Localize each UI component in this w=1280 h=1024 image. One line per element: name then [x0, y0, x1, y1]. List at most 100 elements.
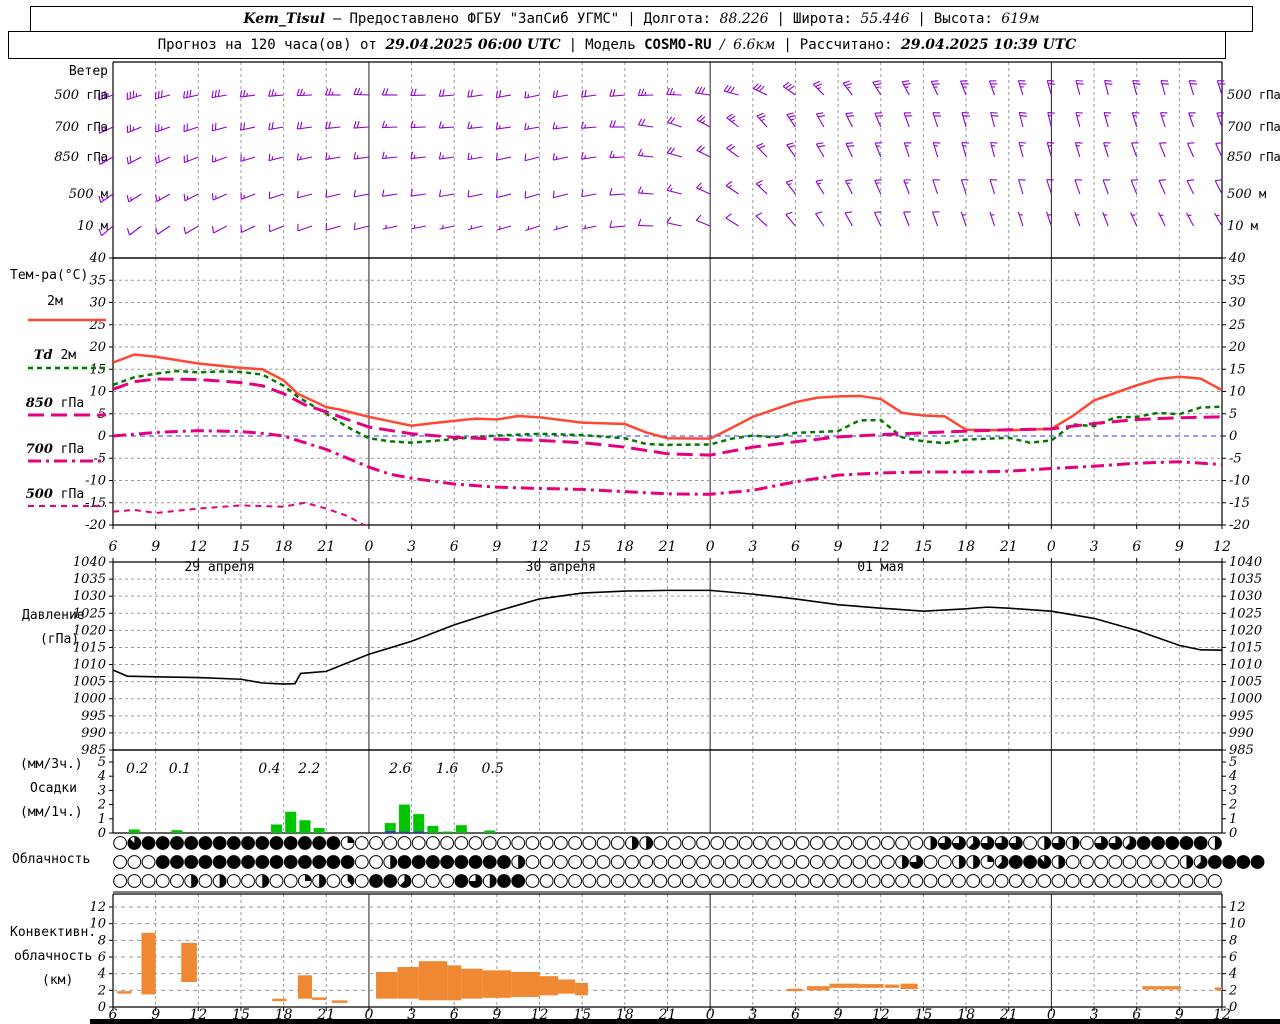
- svg-text:15: 15: [89, 362, 106, 377]
- svg-text:1.6: 1.6: [436, 761, 458, 777]
- svg-text:21: 21: [658, 539, 677, 555]
- svg-text:1010: 1010: [73, 658, 106, 673]
- svg-text:1020: 1020: [73, 623, 106, 638]
- svg-text:1035: 1035: [1229, 572, 1262, 587]
- svg-text:3: 3: [1229, 783, 1237, 798]
- svg-text:9: 9: [151, 539, 160, 555]
- svg-text:1005: 1005: [1229, 675, 1262, 690]
- svg-text:30 апреля: 30 апреля: [526, 560, 596, 575]
- svg-text:20: 20: [1228, 340, 1246, 355]
- svg-text:12: 12: [89, 900, 106, 915]
- svg-text:1030: 1030: [1229, 589, 1262, 604]
- svg-text:850 гПа: 850 гПа: [1227, 150, 1280, 165]
- svg-text:18: 18: [616, 539, 634, 555]
- svg-text:0: 0: [1047, 539, 1056, 555]
- svg-text:15: 15: [915, 539, 933, 555]
- svg-text:18: 18: [275, 539, 293, 555]
- svg-text:3: 3: [1090, 539, 1099, 555]
- svg-text:12: 12: [1213, 539, 1231, 555]
- svg-text:8: 8: [98, 933, 106, 948]
- svg-text:6: 6: [1229, 950, 1237, 965]
- svg-text:21: 21: [999, 539, 1018, 555]
- svg-text:35: 35: [1229, 273, 1246, 288]
- svg-text:2: 2: [97, 983, 106, 998]
- svg-text:1: 1: [98, 812, 106, 827]
- svg-text:6: 6: [450, 539, 459, 555]
- svg-text:1030: 1030: [73, 589, 106, 604]
- svg-text:1020: 1020: [1229, 623, 1262, 638]
- svg-text:3: 3: [748, 539, 757, 555]
- svg-text:5: 5: [1229, 407, 1237, 422]
- svg-text:18: 18: [957, 539, 975, 555]
- svg-text:1: 1: [1229, 812, 1237, 827]
- svg-text:4: 4: [97, 769, 106, 784]
- svg-text:4: 4: [1228, 967, 1237, 982]
- svg-text:5: 5: [98, 755, 106, 770]
- svg-text:-10: -10: [85, 474, 106, 489]
- svg-text:-15: -15: [1229, 496, 1250, 511]
- svg-text:0: 0: [1229, 429, 1237, 444]
- svg-text:1025: 1025: [1229, 606, 1262, 621]
- svg-text:0: 0: [364, 539, 373, 555]
- svg-text:500 м: 500 м: [69, 187, 108, 202]
- svg-text:0: 0: [98, 429, 106, 444]
- svg-text:10 м: 10 м: [1227, 219, 1258, 234]
- svg-text:990: 990: [81, 726, 106, 741]
- svg-text:15: 15: [232, 539, 250, 555]
- svg-text:850 гПа: 850 гПа: [54, 150, 108, 165]
- svg-text:6: 6: [109, 539, 118, 555]
- svg-text:2: 2: [1228, 983, 1237, 998]
- svg-text:12: 12: [531, 539, 549, 555]
- svg-text:1010: 1010: [1229, 658, 1262, 673]
- svg-text:6: 6: [791, 539, 800, 555]
- svg-text:-5: -5: [1229, 451, 1242, 466]
- svg-text:700 гПа: 700 гПа: [1227, 120, 1280, 135]
- meteogram-canvas: 500 гПа 500 гПа 700 гПа 700 гПа 850 гПа 850 г…: [28, 61, 1280, 1024]
- svg-text:10: 10: [89, 917, 106, 932]
- svg-text:0: 0: [98, 826, 106, 841]
- svg-text:15: 15: [573, 539, 591, 555]
- svg-text:500 м: 500 м: [1227, 187, 1266, 202]
- svg-text:4: 4: [97, 967, 106, 982]
- svg-text:-20: -20: [1229, 518, 1250, 533]
- svg-text:1005: 1005: [73, 675, 106, 690]
- svg-text:0: 0: [1229, 1000, 1237, 1015]
- svg-text:0.1: 0.1: [169, 761, 191, 777]
- svg-text:-5: -5: [93, 451, 106, 466]
- svg-text:0: 0: [1229, 826, 1237, 841]
- svg-text:1035: 1035: [73, 572, 106, 587]
- svg-text:1040: 1040: [73, 555, 106, 570]
- svg-text:2.6: 2.6: [388, 761, 411, 777]
- svg-text:1000: 1000: [73, 692, 106, 707]
- svg-text:0.5: 0.5: [481, 761, 503, 777]
- svg-text:0: 0: [706, 539, 715, 555]
- svg-text:2: 2: [1228, 798, 1237, 813]
- svg-text:1015: 1015: [73, 640, 106, 655]
- svg-text:4: 4: [1228, 769, 1237, 784]
- svg-text:1000: 1000: [1229, 692, 1262, 707]
- svg-text:9: 9: [1175, 539, 1184, 555]
- svg-text:10: 10: [1229, 385, 1246, 400]
- svg-text:10: 10: [89, 385, 106, 400]
- svg-text:-15: -15: [85, 496, 106, 511]
- meteogram-screen: Kem_Tisul — Предоставлено ФГБУ "ЗапСиб У…: [0, 0, 1280, 1024]
- svg-text:500 гПа: 500 гПа: [1227, 88, 1280, 103]
- svg-text:35: 35: [89, 273, 106, 288]
- svg-text:10: 10: [1229, 917, 1246, 932]
- svg-text:2.2: 2.2: [297, 761, 320, 777]
- svg-text:3: 3: [98, 783, 106, 798]
- svg-text:-20: -20: [85, 518, 106, 533]
- svg-text:995: 995: [81, 709, 106, 724]
- svg-text:6: 6: [98, 950, 106, 965]
- svg-text:20: 20: [88, 340, 106, 355]
- svg-text:995: 995: [1229, 709, 1254, 724]
- svg-text:-10: -10: [1229, 474, 1250, 489]
- svg-text:40: 40: [88, 251, 106, 266]
- svg-text:5: 5: [1229, 755, 1237, 770]
- svg-text:2: 2: [97, 798, 106, 813]
- svg-text:1040: 1040: [1229, 555, 1262, 570]
- svg-text:12: 12: [189, 539, 207, 555]
- svg-text:9: 9: [492, 539, 501, 555]
- svg-text:0.2: 0.2: [126, 761, 148, 777]
- svg-text:700 гПа: 700 гПа: [54, 120, 108, 135]
